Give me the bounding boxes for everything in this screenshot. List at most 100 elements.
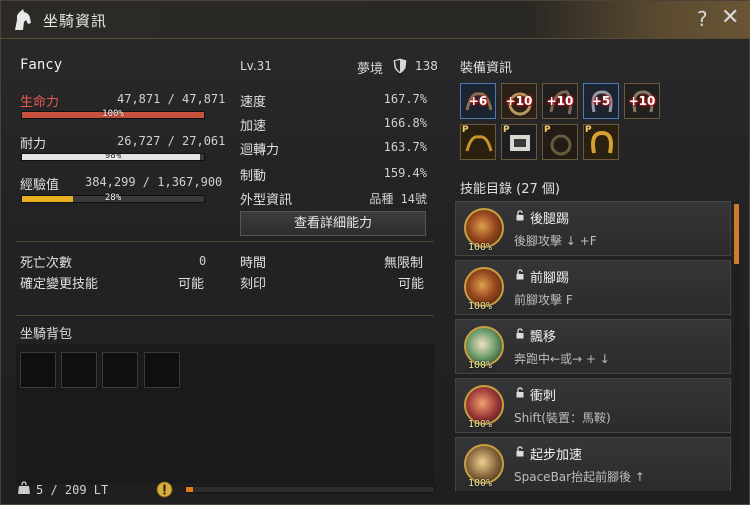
stamina-percent: 98% (104, 151, 122, 161)
skill-description: 前腳攻擊 F (514, 293, 573, 307)
pearl-badge: P (585, 125, 592, 135)
engrave-label: 刻印 (240, 277, 267, 292)
skill-scrollbar[interactable] (734, 202, 739, 490)
mount-level: Lv.31 (240, 59, 272, 73)
stamina-bar: 98% (21, 151, 205, 161)
turning-label: 迴轉力 (240, 143, 280, 158)
equipment-slot-barding[interactable]: +10 (542, 83, 578, 119)
skill-item[interactable]: 100% 衝刺 Shift(裝置：馬鞍) (455, 378, 731, 433)
skill-name: 前腳踢 (530, 271, 570, 286)
equipment-slot-stirrups[interactable]: +10 (501, 83, 537, 119)
lock-icon (516, 387, 524, 398)
shield-icon (392, 57, 408, 75)
exp-label: 經驗值 (20, 178, 60, 193)
bag-slot[interactable] (61, 352, 97, 388)
equipment-slot-costume[interactable]: P (542, 124, 578, 160)
horse-head-icon (15, 9, 31, 30)
deaths-value: 0 (199, 254, 207, 268)
weight-icon (18, 481, 30, 494)
pearl-badge: P (462, 125, 469, 135)
close-button[interactable]: ✕ (721, 5, 739, 30)
skill-mastery: 100% (468, 419, 493, 430)
enhancement-level: +10 (546, 94, 574, 108)
equipment-slot-costume[interactable]: P (460, 124, 496, 160)
appearance-label: 外型資訊 (240, 193, 293, 208)
equipment-slot-horseshoe[interactable]: +5 (583, 83, 619, 119)
skill-name: 衝刺 (530, 389, 557, 404)
skill-name: 飄移 (530, 330, 557, 345)
enhancement-level: +10 (505, 94, 533, 108)
warning-icon[interactable] (156, 481, 173, 498)
bag-slot[interactable] (102, 352, 138, 388)
lock-icon (516, 328, 524, 339)
skill-change-label: 確定變更技能 (20, 277, 99, 292)
bag-slot[interactable] (144, 352, 180, 388)
skill-name: 後腿踢 (530, 212, 570, 227)
window-title: 坐騎資訊 (43, 12, 108, 30)
hp-label: 生命力 (20, 95, 60, 110)
skill-mastery: 100% (468, 301, 493, 312)
bag-slot[interactable] (20, 352, 56, 388)
stamina-label: 耐力 (20, 137, 47, 152)
skill-name: 起步加速 (530, 448, 583, 463)
skill-change-value: 可能 (178, 277, 205, 292)
skill-mastery: 100% (468, 360, 493, 371)
equipment-slot-horseshoe-2[interactable]: +10 (624, 83, 660, 119)
skill-mastery: 100% (468, 242, 493, 253)
skill-list[interactable]: 100% 後腿踢 後腳攻擊 ↓ +F 100% 前腳踢 前腳攻擊 F 100% … (455, 201, 741, 491)
realm-value: 138 (415, 59, 438, 73)
realm-label: 夢境 (357, 62, 384, 77)
skill-item[interactable]: 100% 飄移 奔跑中←或→ + ↓ (455, 319, 731, 374)
hp-value: 47,871 / 47,871 (117, 92, 226, 106)
enhancement-level: +10 (628, 94, 656, 108)
bag-title: 坐騎背包 (20, 327, 73, 342)
skill-item[interactable]: 100% 前腳踢 前腳攻擊 F (455, 260, 731, 315)
lock-icon (516, 269, 524, 280)
speed-label: 速度 (240, 95, 267, 110)
help-button[interactable]: ? (697, 7, 708, 31)
deaths-label: 死亡次數 (20, 256, 73, 271)
bag-progress-bar (185, 486, 435, 493)
equipment-slot-costume[interactable]: P (501, 124, 537, 160)
skill-description: 後腳攻擊 ↓ +F (514, 234, 597, 248)
turning-value: 163.7% (383, 140, 427, 154)
appearance-value: 品種 14號 (369, 192, 427, 206)
view-details-button[interactable]: 查看詳細能力 (240, 211, 426, 236)
divider (16, 315, 434, 316)
equipment-title: 裝備資訊 (460, 61, 513, 76)
enhancement-level: +6 (468, 94, 488, 108)
divider (16, 241, 434, 242)
time-label: 時間 (240, 256, 267, 271)
brake-value: 159.4% (383, 166, 427, 180)
skill-description: Shift(裝置：馬鞍) (514, 411, 611, 425)
skill-mastery: 100% (468, 478, 493, 489)
engrave-value: 可能 (398, 277, 425, 292)
skill-description: SpaceBar抬起前腳後 ↑ (514, 470, 645, 484)
pearl-badge: P (503, 125, 510, 135)
stamina-value: 26,727 / 27,061 (117, 134, 226, 148)
speed-value: 167.7% (383, 92, 427, 106)
bag-progress-fill (186, 487, 194, 492)
scrollbar-thumb[interactable] (734, 204, 739, 264)
lock-icon (516, 446, 524, 457)
exp-percent: 28% (104, 193, 122, 203)
hp-bar: 100% (21, 109, 205, 119)
pearl-badge: P (544, 125, 551, 135)
skill-item[interactable]: 100% 起步加速 SpaceBar抬起前腳後 ↑ (455, 437, 731, 491)
time-value: 無限制 (384, 256, 424, 271)
bag-weight: 5 / 209 LT (36, 483, 109, 497)
acceleration-label: 加速 (240, 119, 267, 134)
title-bar[interactable]: 坐騎資訊 ? ✕ (1, 1, 750, 39)
brake-label: 制動 (240, 169, 267, 184)
equipment-slot-costume[interactable]: P (583, 124, 619, 160)
exp-bar: 28% (21, 193, 205, 203)
mount-info-window: 坐騎資訊 ? ✕ Fancy Lv.31 夢境 138 生命力 47,871 /… (0, 0, 750, 505)
hp-percent: 100% (102, 109, 124, 119)
enhancement-level: +5 (591, 94, 611, 108)
skills-title: 技能目錄 (27 個) (460, 182, 560, 197)
lock-icon (516, 210, 524, 221)
exp-value: 384,299 / 1,367,900 (85, 175, 223, 189)
mount-name: Fancy (20, 57, 63, 73)
equipment-slot-saddle[interactable]: +6 (460, 83, 496, 119)
skill-item[interactable]: 100% 後腿踢 後腳攻擊 ↓ +F (455, 201, 731, 256)
